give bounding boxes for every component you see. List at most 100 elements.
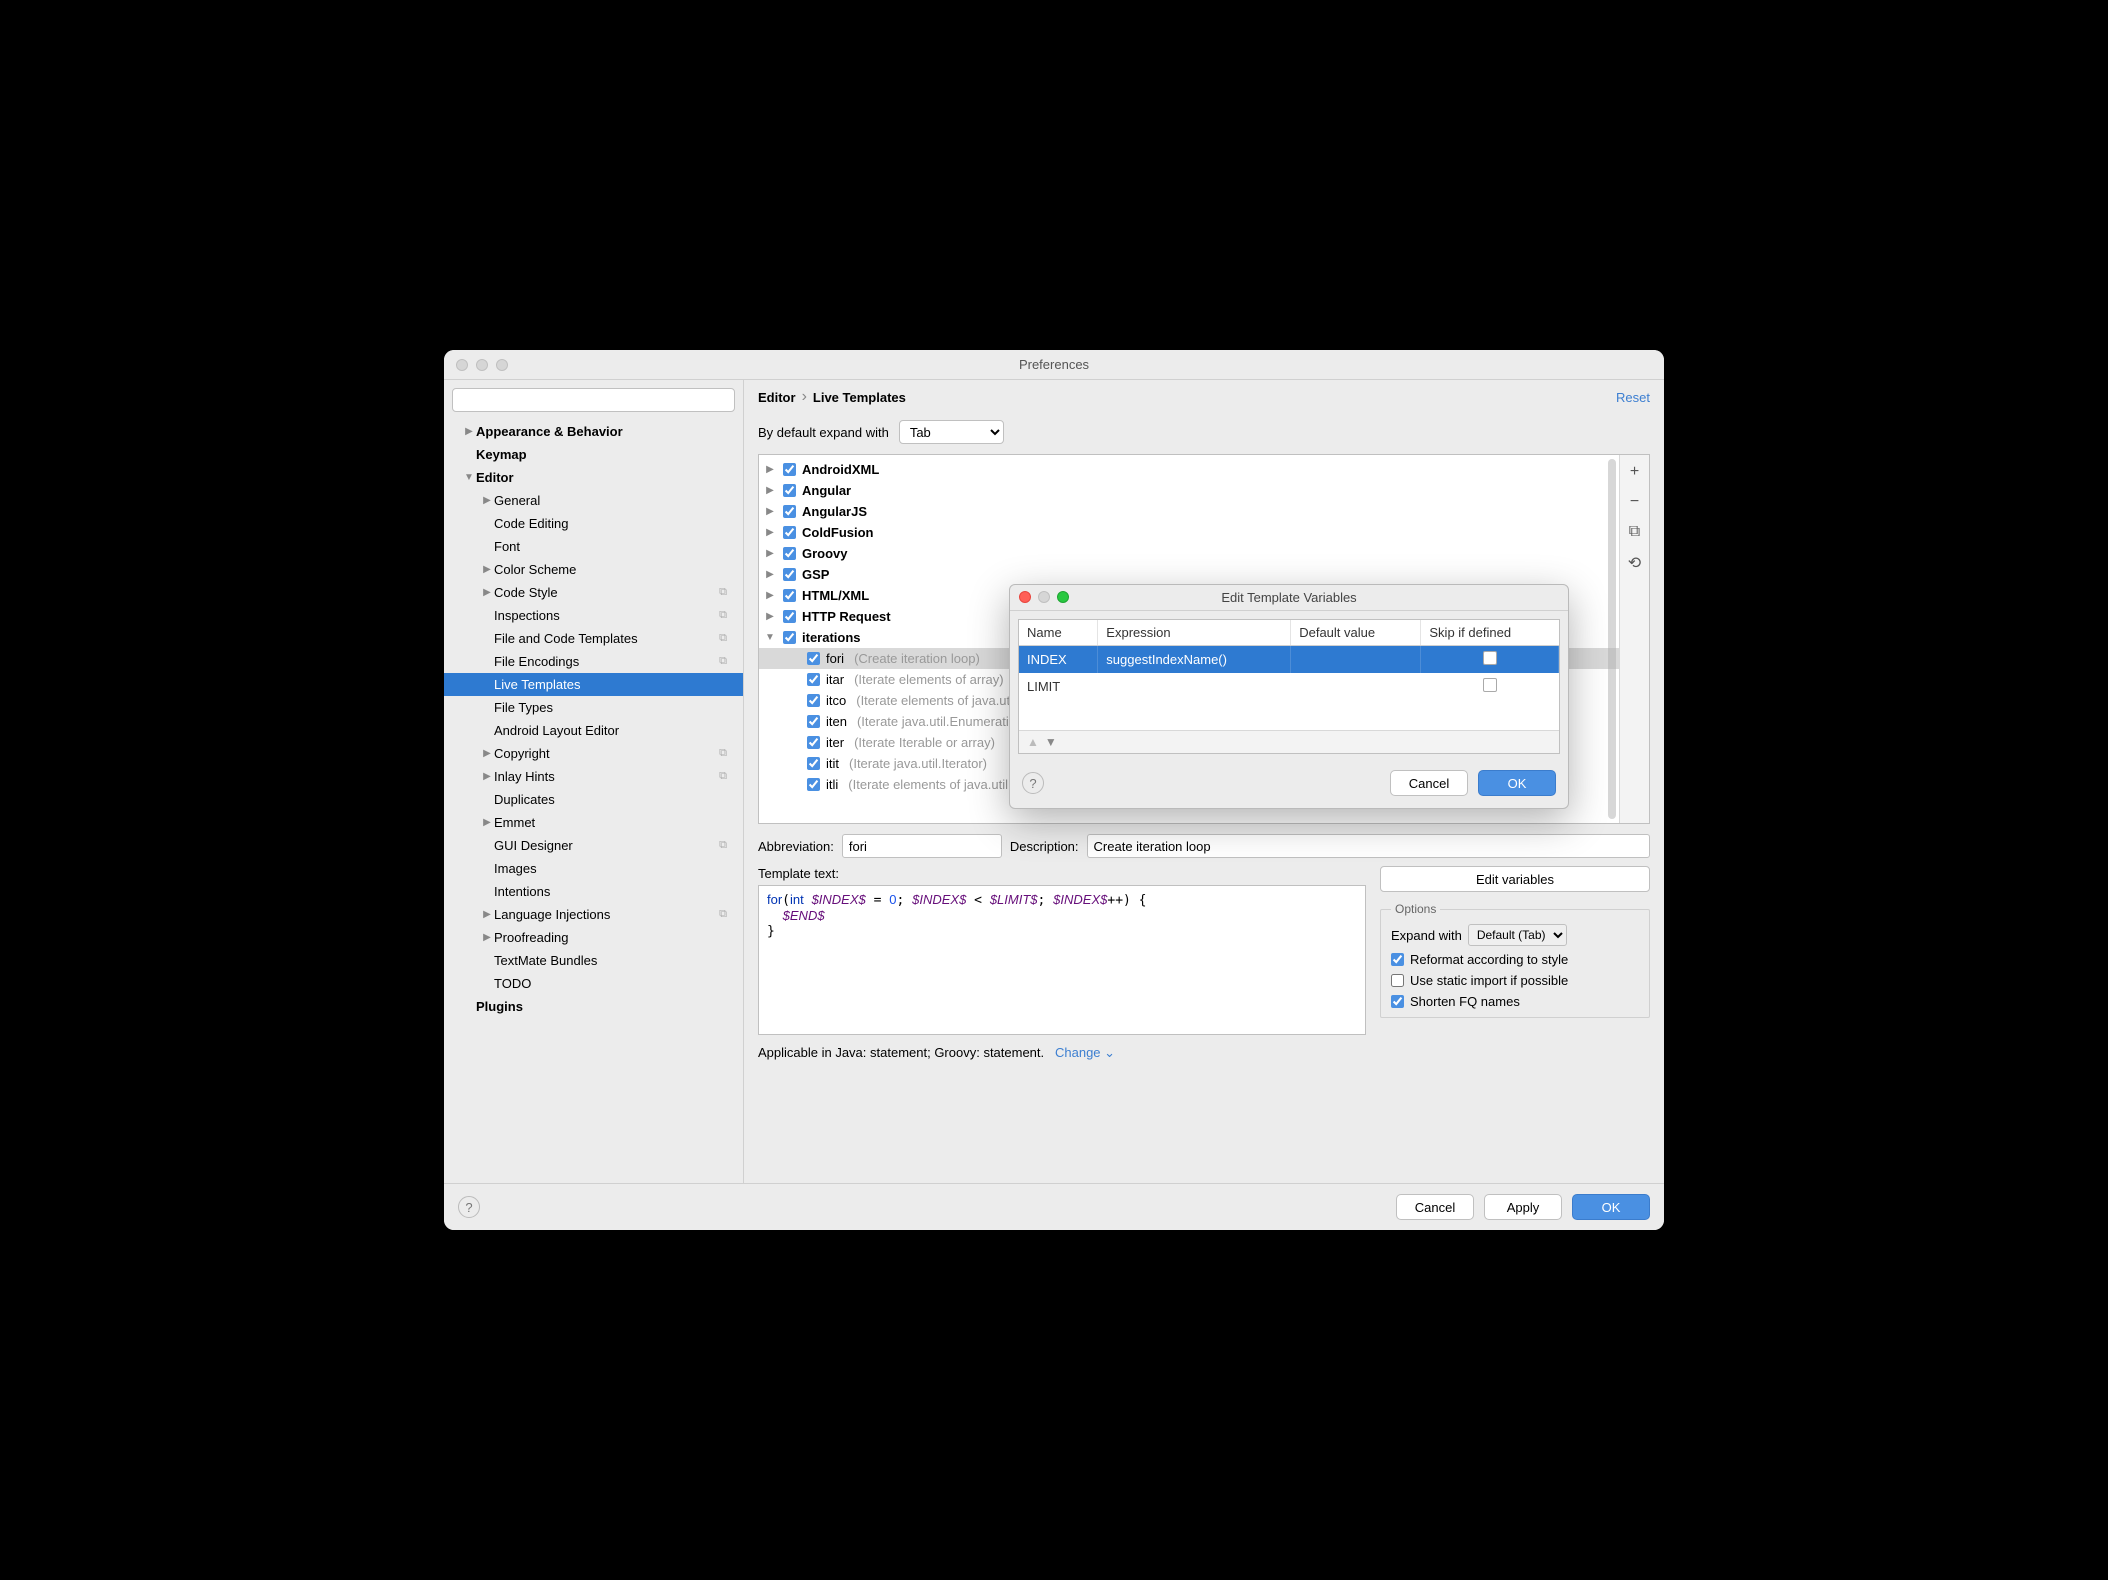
expand-with-select[interactable]: Default (Tab) — [1468, 924, 1567, 946]
sidebar-item-plugins[interactable]: ▶Plugins — [444, 995, 743, 1018]
variable-row-limit[interactable]: LIMIT — [1019, 673, 1559, 700]
template-item-coldfusion[interactable]: ▶ColdFusion — [759, 522, 1619, 543]
dialog-zoom-icon[interactable] — [1057, 591, 1069, 603]
sidebar-item-editor[interactable]: ▼Editor — [444, 466, 743, 489]
sidebar-item-proofreading[interactable]: ▶Proofreading — [444, 926, 743, 949]
var-expression-cell[interactable] — [1098, 673, 1291, 700]
search-input[interactable] — [452, 388, 735, 412]
sidebar-item-file-encodings[interactable]: ▶File Encodings⧉ — [444, 650, 743, 673]
change-context-link[interactable]: Change ⌄ — [1055, 1045, 1115, 1060]
sidebar-item-duplicates[interactable]: ▶Duplicates — [444, 788, 743, 811]
remove-icon[interactable]: − — [1630, 493, 1639, 511]
skip-checkbox[interactable] — [1483, 678, 1497, 692]
template-item-gsp[interactable]: ▶GSP — [759, 564, 1619, 585]
sidebar-item-file-types[interactable]: ▶File Types — [444, 696, 743, 719]
template-item-angular[interactable]: ▶Angular — [759, 480, 1619, 501]
sidebar-item-gui-designer[interactable]: ▶GUI Designer⧉ — [444, 834, 743, 857]
close-window-icon[interactable] — [456, 359, 468, 371]
var-default-cell[interactable] — [1291, 646, 1421, 674]
template-checkbox[interactable] — [807, 757, 820, 770]
col-default[interactable]: Default value — [1291, 620, 1421, 646]
template-text-editor[interactable]: for(int $INDEX$ = 0; $INDEX$ < $LIMIT$; … — [758, 885, 1366, 1035]
template-checkbox[interactable] — [783, 484, 796, 497]
template-checkbox[interactable] — [783, 589, 796, 602]
template-checkbox[interactable] — [807, 715, 820, 728]
cancel-button[interactable]: Cancel — [1396, 1194, 1474, 1220]
shorten-fq-checkbox[interactable] — [1391, 995, 1404, 1008]
template-checkbox[interactable] — [807, 652, 820, 665]
variable-row-index[interactable]: INDEXsuggestIndexName() — [1019, 646, 1559, 674]
sidebar-item-code-style[interactable]: ▶Code Style⧉ — [444, 581, 743, 604]
sidebar-item-images[interactable]: ▶Images — [444, 857, 743, 880]
skip-checkbox[interactable] — [1483, 651, 1497, 665]
add-icon[interactable]: + — [1630, 463, 1639, 481]
template-checkbox[interactable] — [807, 778, 820, 791]
template-item-groovy[interactable]: ▶Groovy — [759, 543, 1619, 564]
template-checkbox[interactable] — [783, 568, 796, 581]
move-up-icon[interactable]: ▲ — [1027, 735, 1039, 749]
sidebar-item-font[interactable]: ▶Font — [444, 535, 743, 558]
description-input[interactable] — [1087, 834, 1650, 858]
dialog-titlebar[interactable]: Edit Template Variables — [1010, 585, 1568, 611]
reset-link[interactable]: Reset — [1616, 390, 1650, 405]
sidebar-item-code-editing[interactable]: ▶Code Editing — [444, 512, 743, 535]
var-skip-cell[interactable] — [1421, 646, 1559, 674]
sidebar-item-inlay-hints[interactable]: ▶Inlay Hints⧉ — [444, 765, 743, 788]
static-import-option[interactable]: Use static import if possible — [1391, 973, 1639, 988]
sidebar-item-emmet[interactable]: ▶Emmet — [444, 811, 743, 834]
abbrev-input[interactable] — [842, 834, 1002, 858]
dialog-close-icon[interactable] — [1019, 591, 1031, 603]
sidebar-item-android-layout-editor[interactable]: ▶Android Layout Editor — [444, 719, 743, 742]
window-titlebar[interactable]: Preferences — [444, 350, 1664, 380]
sidebar-item-intentions[interactable]: ▶Intentions — [444, 880, 743, 903]
edit-variables-button[interactable]: Edit variables — [1380, 866, 1650, 892]
template-item-androidxml[interactable]: ▶AndroidXML — [759, 459, 1619, 480]
var-expression-cell[interactable]: suggestIndexName() — [1098, 646, 1291, 674]
duplicate-icon[interactable]: ⧉ — [1629, 523, 1640, 541]
revert-icon[interactable]: ⟲ — [1628, 553, 1641, 573]
sidebar-item-general[interactable]: ▶General — [444, 489, 743, 512]
zoom-window-icon[interactable] — [496, 359, 508, 371]
col-skip[interactable]: Skip if defined — [1421, 620, 1559, 646]
help-icon[interactable]: ? — [458, 1196, 480, 1218]
template-checkbox[interactable] — [783, 505, 796, 518]
var-name-cell[interactable]: INDEX — [1019, 646, 1098, 674]
sidebar-item-todo[interactable]: ▶TODO — [444, 972, 743, 995]
scrollbar-thumb[interactable] — [1608, 459, 1616, 819]
sidebar-item-color-scheme[interactable]: ▶Color Scheme — [444, 558, 743, 581]
dialog-help-icon[interactable]: ? — [1022, 772, 1044, 794]
settings-tree[interactable]: ▶Appearance & Behavior▶Keymap▼Editor▶Gen… — [444, 420, 743, 1183]
template-checkbox[interactable] — [783, 463, 796, 476]
template-item-angularjs[interactable]: ▶AngularJS — [759, 501, 1619, 522]
var-default-cell[interactable] — [1291, 673, 1421, 700]
template-checkbox[interactable] — [783, 526, 796, 539]
ok-button[interactable]: OK — [1572, 1194, 1650, 1220]
sidebar-item-appearance-behavior[interactable]: ▶Appearance & Behavior — [444, 420, 743, 443]
sidebar-item-inspections[interactable]: ▶Inspections⧉ — [444, 604, 743, 627]
template-checkbox[interactable] — [783, 547, 796, 560]
dialog-ok-button[interactable]: OK — [1478, 770, 1556, 796]
var-skip-cell[interactable] — [1421, 673, 1559, 700]
template-checkbox[interactable] — [807, 673, 820, 686]
col-name[interactable]: Name — [1019, 620, 1098, 646]
col-expression[interactable]: Expression — [1098, 620, 1291, 646]
sidebar-item-textmate-bundles[interactable]: ▶TextMate Bundles — [444, 949, 743, 972]
sidebar-item-copyright[interactable]: ▶Copyright⧉ — [444, 742, 743, 765]
sidebar-item-keymap[interactable]: ▶Keymap — [444, 443, 743, 466]
sidebar-item-live-templates[interactable]: ▶Live Templates — [444, 673, 743, 696]
var-name-cell[interactable]: LIMIT — [1019, 673, 1098, 700]
sidebar-item-language-injections[interactable]: ▶Language Injections⧉ — [444, 903, 743, 926]
variables-table[interactable]: Name Expression Default value Skip if de… — [1019, 620, 1559, 700]
reformat-checkbSpan[interactable] — [1391, 953, 1404, 966]
minimize-window-icon[interactable] — [476, 359, 488, 371]
template-checkbox[interactable] — [807, 694, 820, 707]
apply-button[interactable]: Apply — [1484, 1194, 1562, 1220]
sidebar-item-file-and-code-templates[interactable]: ▶File and Code Templates⧉ — [444, 627, 743, 650]
template-checkbox[interactable] — [807, 736, 820, 749]
template-checkbox[interactable] — [783, 610, 796, 623]
template-checkbox[interactable] — [783, 631, 796, 644]
dialog-cancel-button[interactable]: Cancel — [1390, 770, 1468, 796]
static-import-checkbox[interactable] — [1391, 974, 1404, 987]
default-expand-select[interactable]: Tab — [899, 420, 1004, 444]
reformat-option[interactable]: Reformat according to style — [1391, 952, 1639, 967]
